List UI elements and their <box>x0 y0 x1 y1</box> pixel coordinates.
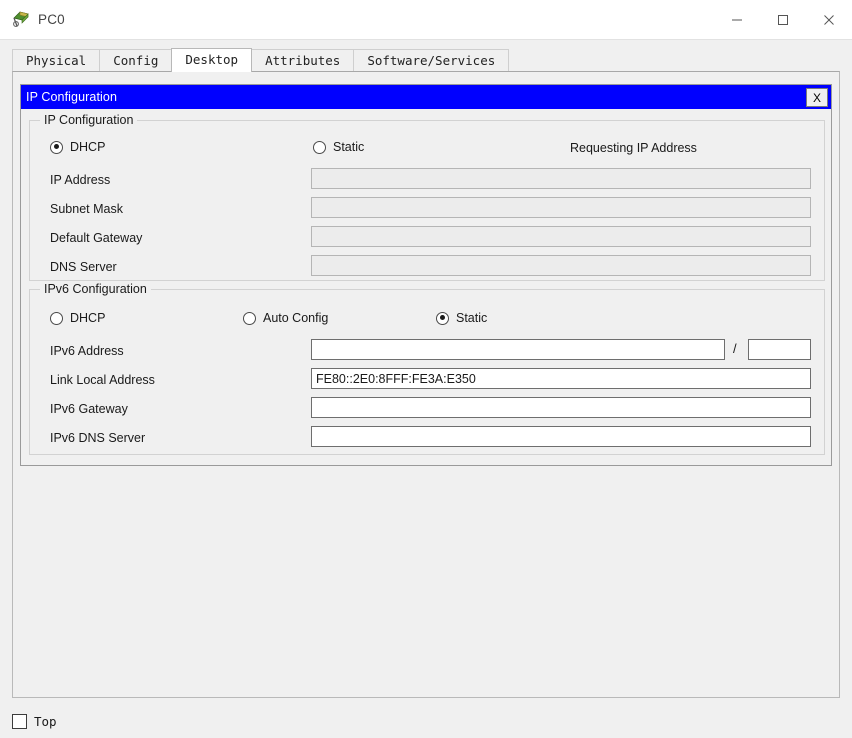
top-checkbox[interactable] <box>12 713 27 729</box>
ipv4-status-text: Requesting IP Address <box>570 141 697 155</box>
radio-dot-icon <box>50 140 63 154</box>
radio-ipv6-dhcp[interactable]: DHCP <box>50 311 105 325</box>
label-ipv6-gateway: IPv6 Gateway <box>50 402 128 416</box>
window-title-text: PC0 <box>38 12 65 27</box>
ipv6-group-legend: IPv6 Configuration <box>40 282 151 296</box>
pc0-device-window: PC0 Physical Config Desktop Attributes S… <box>0 0 852 738</box>
tab-attributes[interactable]: Attributes <box>251 49 355 72</box>
label-ipv6-address: IPv6 Address <box>50 344 124 358</box>
radio-ipv6-dhcp-label: DHCP <box>70 311 106 325</box>
maximize-button[interactable] <box>760 0 806 40</box>
tab-software-services[interactable]: Software/Services <box>353 49 510 72</box>
top-checkbox-label: Top <box>34 713 57 729</box>
radio-ipv4-static[interactable]: Static <box>313 140 364 154</box>
window-title-bar: PC0 <box>0 0 852 40</box>
ip-config-close-button[interactable]: X <box>806 88 828 107</box>
radio-ipv4-static-label: Static <box>333 140 365 154</box>
input-default-gateway[interactable] <box>311 226 811 247</box>
input-ipv6-dns-server[interactable] <box>311 426 811 447</box>
label-dns-server: DNS Server <box>50 260 117 274</box>
input-ipv6-address[interactable] <box>311 339 725 360</box>
input-ip-address[interactable] <box>311 168 811 189</box>
tab-strip: Physical Config Desktop Attributes Softw… <box>0 48 852 72</box>
radio-dot-icon <box>313 140 326 154</box>
label-default-gateway: Default Gateway <box>50 231 143 245</box>
ip-config-title-text: IP Configuration <box>26 90 118 104</box>
input-dns-server[interactable] <box>311 255 811 276</box>
radio-ipv4-dhcp-label: DHCP <box>70 140 106 154</box>
label-subnet-mask: Subnet Mask <box>50 202 123 216</box>
top-checkbox-wrapper[interactable]: Top <box>12 713 57 729</box>
ipv4-group-legend: IP Configuration <box>40 113 138 127</box>
radio-ipv6-static[interactable]: Static <box>436 311 487 325</box>
radio-dot-icon <box>243 311 256 325</box>
tab-desktop[interactable]: Desktop <box>171 48 253 72</box>
radio-dot-icon <box>436 311 449 325</box>
ipv6-configuration-group: IPv6 Configuration DHCP Auto Config Stat… <box>29 282 825 455</box>
input-link-local-address[interactable] <box>311 368 811 389</box>
input-subnet-mask[interactable] <box>311 197 811 218</box>
label-link-local-address: Link Local Address <box>50 373 155 387</box>
radio-ipv6-auto-config[interactable]: Auto Config <box>243 311 328 325</box>
input-ipv6-gateway[interactable] <box>311 397 811 418</box>
label-ip-address: IP Address <box>50 173 111 187</box>
ipv4-configuration-group: IP Configuration DHCP Static Requesting … <box>29 113 825 281</box>
ip-configuration-window: IP Configuration X IP Configuration DHCP… <box>20 84 832 466</box>
ip-config-title-bar: IP Configuration X <box>21 85 831 109</box>
packet-tracer-pc-icon <box>12 11 30 29</box>
radio-ipv4-dhcp[interactable]: DHCP <box>50 140 105 154</box>
radio-ipv6-auto-config-label: Auto Config <box>263 311 329 325</box>
tab-config[interactable]: Config <box>99 49 173 72</box>
tab-physical[interactable]: Physical <box>12 49 101 72</box>
close-button[interactable] <box>806 0 852 40</box>
bottom-bar: Top <box>0 704 852 738</box>
radio-ipv6-static-label: Static <box>456 311 488 325</box>
ipv6-prefix-separator: / <box>733 341 737 356</box>
minimize-button[interactable] <box>714 0 760 40</box>
label-ipv6-dns-server: IPv6 DNS Server <box>50 431 146 445</box>
input-ipv6-prefix-length[interactable] <box>748 339 811 360</box>
radio-dot-icon <box>50 311 63 325</box>
window-controls <box>714 0 852 40</box>
desktop-panel: IP Configuration X IP Configuration DHCP… <box>12 71 840 698</box>
